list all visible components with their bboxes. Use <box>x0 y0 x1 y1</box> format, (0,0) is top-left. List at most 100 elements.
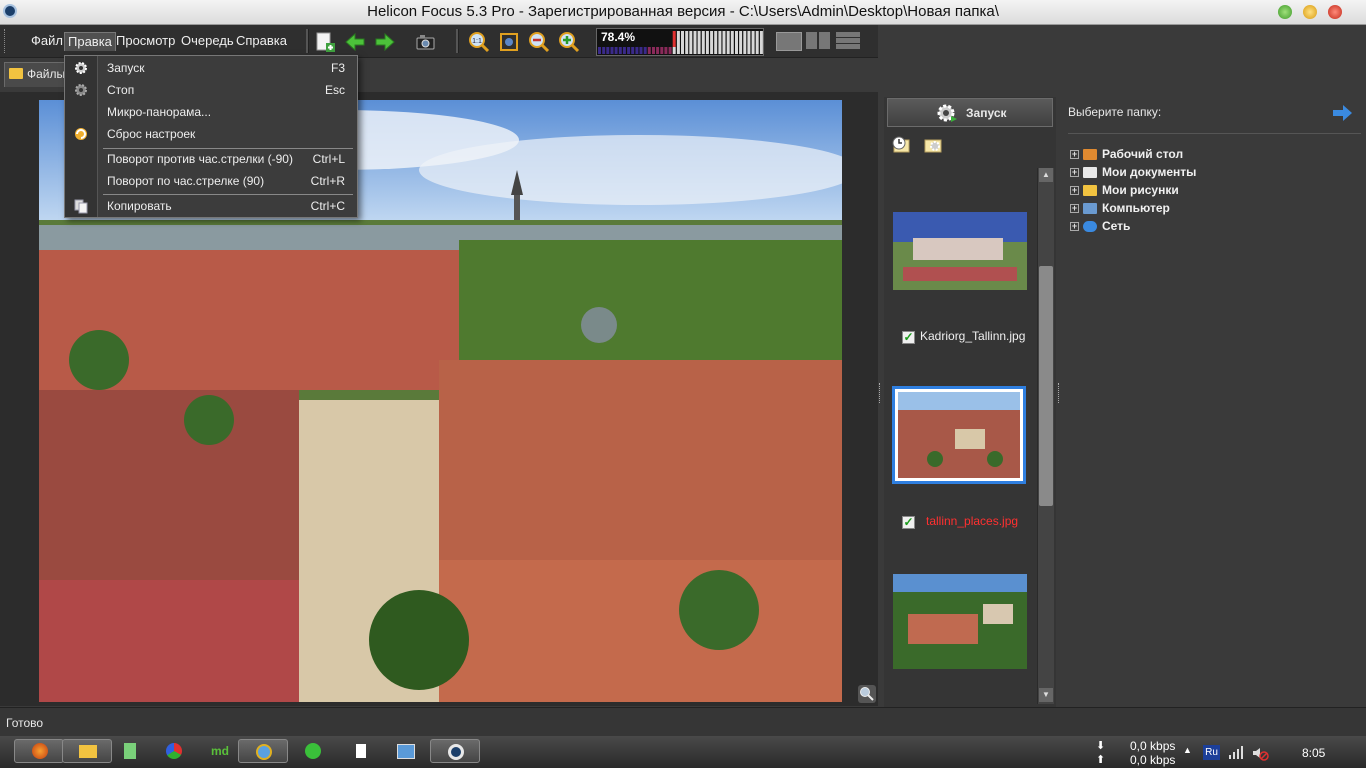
menu-item-rotate-cw[interactable]: Поворот по час.стрелке (90) Ctrl+R <box>107 171 351 191</box>
thumbnail-image[interactable] <box>893 574 1027 669</box>
tree-item-documents[interactable]: + Мои документы <box>1070 163 1196 181</box>
toolbar-grip <box>4 29 8 53</box>
magnifier-button[interactable] <box>858 685 876 703</box>
zoom-fit-icon[interactable] <box>498 31 520 53</box>
tree-item-pictures[interactable]: + Мои рисунки <box>1070 181 1179 199</box>
tray-expand-icon[interactable]: ▲ <box>1183 745 1192 755</box>
menu-edit[interactable]: Правка <box>64 32 116 51</box>
progress-segment <box>631 47 635 54</box>
scroll-up-button[interactable]: ▲ <box>1039 168 1053 182</box>
menu-item-micro-panorama-label: Микро-панорама... <box>107 105 212 119</box>
tree-item-computer[interactable]: + Компьютер <box>1070 199 1170 217</box>
menu-item-stop[interactable]: Стоп Esc <box>107 80 351 100</box>
volume-muted-icon[interactable] <box>1251 745 1269 761</box>
new-document-icon[interactable] <box>314 31 336 53</box>
tree-item-documents-label: Мои документы <box>1102 165 1197 179</box>
taskbar-app[interactable] <box>336 739 386 763</box>
tree-item-pictures-label: Мои рисунки <box>1102 183 1179 197</box>
expand-icon[interactable]: + <box>1070 150 1079 160</box>
thumbnail-scrollbar[interactable]: ▲ ▼ <box>1037 168 1054 704</box>
progress-segment <box>722 31 726 47</box>
desktop-icon <box>1083 149 1097 161</box>
copy-icon <box>74 199 88 214</box>
progress-segment <box>747 47 751 54</box>
menu-item-micro-panorama[interactable]: Микро-панорама... <box>107 102 351 122</box>
splitter-handle[interactable] <box>1058 383 1062 403</box>
scroll-down-button[interactable]: ▼ <box>1039 688 1053 702</box>
menu-view[interactable]: Просмотр <box>113 32 178 50</box>
thumbnail-checkbox[interactable]: ✓ <box>902 516 915 529</box>
menu-item-copy[interactable]: Копировать Ctrl+C <box>107 196 351 216</box>
menu-item-rotate-cw-shortcut: Ctrl+R <box>310 174 345 188</box>
go-arrow-icon[interactable] <box>1331 103 1353 123</box>
progress-segment <box>681 47 684 54</box>
net-down-rate: 0,0 kbps <box>1130 739 1176 753</box>
taskbar-app[interactable] <box>238 739 288 763</box>
progress-segment <box>701 31 705 47</box>
menu-file[interactable]: Файл <box>28 32 66 50</box>
thumbnail-selected[interactable] <box>892 386 1026 484</box>
app-icon <box>305 743 321 759</box>
explorer-icon <box>79 745 97 758</box>
splitter-handle[interactable] <box>879 383 883 403</box>
layout-columns-icon[interactable] <box>806 32 830 49</box>
monitor-icon <box>397 744 415 759</box>
progress-segment <box>710 31 714 47</box>
expand-icon[interactable]: + <box>1070 186 1079 196</box>
taskbar-app[interactable] <box>288 739 338 763</box>
clock-sort-icon[interactable] <box>890 134 912 156</box>
settings-folder-icon[interactable] <box>922 134 944 156</box>
progress-segment <box>664 47 668 54</box>
progress-segment <box>705 31 709 47</box>
progress-segment <box>697 47 701 54</box>
expand-icon[interactable]: + <box>1070 204 1079 214</box>
thumbnail-image[interactable] <box>893 212 1027 290</box>
menu-item-run[interactable]: Запуск F3 <box>107 58 351 78</box>
progress-segment <box>714 47 718 54</box>
zoom-out-icon[interactable] <box>528 31 550 53</box>
taskbar-app[interactable] <box>150 739 200 763</box>
next-arrow-icon[interactable] <box>374 31 396 53</box>
progress-segment <box>735 47 738 54</box>
taskbar-app[interactable] <box>106 739 156 763</box>
thumbnail-checkbox[interactable]: ✓ <box>902 331 915 344</box>
scroll-thumb[interactable] <box>1039 266 1053 506</box>
progress-segment <box>726 47 730 54</box>
menu-item-reset-settings[interactable]: Сброс настроек <box>107 124 351 144</box>
progress-segment <box>689 31 693 47</box>
taskbar-helicon[interactable] <box>430 739 480 763</box>
close-button[interactable] <box>1328 5 1342 19</box>
network-icon <box>1083 221 1097 233</box>
tree-item-network[interactable]: + Сеть <box>1070 217 1130 235</box>
minimize-button[interactable] <box>1278 5 1292 19</box>
tree-item-desktop[interactable]: + Рабочий стол <box>1070 145 1183 163</box>
tab-files[interactable]: Файлы <box>4 62 68 87</box>
run-button[interactable]: Запуск <box>887 98 1053 127</box>
magnifier-icon <box>860 687 874 701</box>
taskbar-app[interactable] <box>380 739 430 763</box>
taskbar-explorer[interactable] <box>62 739 112 763</box>
previous-arrow-icon[interactable] <box>344 31 366 53</box>
app-icon <box>356 744 366 758</box>
run-button-label: Запуск <box>966 106 1007 120</box>
folder-icon <box>9 68 23 79</box>
camera-icon[interactable] <box>414 31 436 53</box>
progress-segment <box>693 31 697 47</box>
menu-help[interactable]: Справка <box>233 32 290 50</box>
clock[interactable]: 8:05 <box>1302 746 1325 760</box>
language-indicator[interactable]: Ru <box>1203 745 1220 760</box>
layout-rows-icon[interactable] <box>836 32 860 49</box>
menu-item-copy-label: Копировать <box>107 199 172 213</box>
progress-segment <box>610 47 614 54</box>
expand-icon[interactable]: + <box>1070 168 1079 178</box>
progress-segment <box>614 47 618 54</box>
zoom-100-icon[interactable]: 1:1 <box>468 31 490 53</box>
menu-queue[interactable]: Очередь <box>178 32 237 50</box>
menu-item-rotate-ccw[interactable]: Поворот против час.стрелки (-90) Ctrl+L <box>107 149 351 169</box>
maximize-button[interactable] <box>1303 5 1317 19</box>
layout-single-icon[interactable] <box>776 32 802 51</box>
signal-icon[interactable] <box>1228 745 1244 760</box>
zoom-in-icon[interactable] <box>558 31 580 53</box>
expand-icon[interactable]: + <box>1070 222 1079 232</box>
taskbar-firefox[interactable] <box>14 739 64 763</box>
